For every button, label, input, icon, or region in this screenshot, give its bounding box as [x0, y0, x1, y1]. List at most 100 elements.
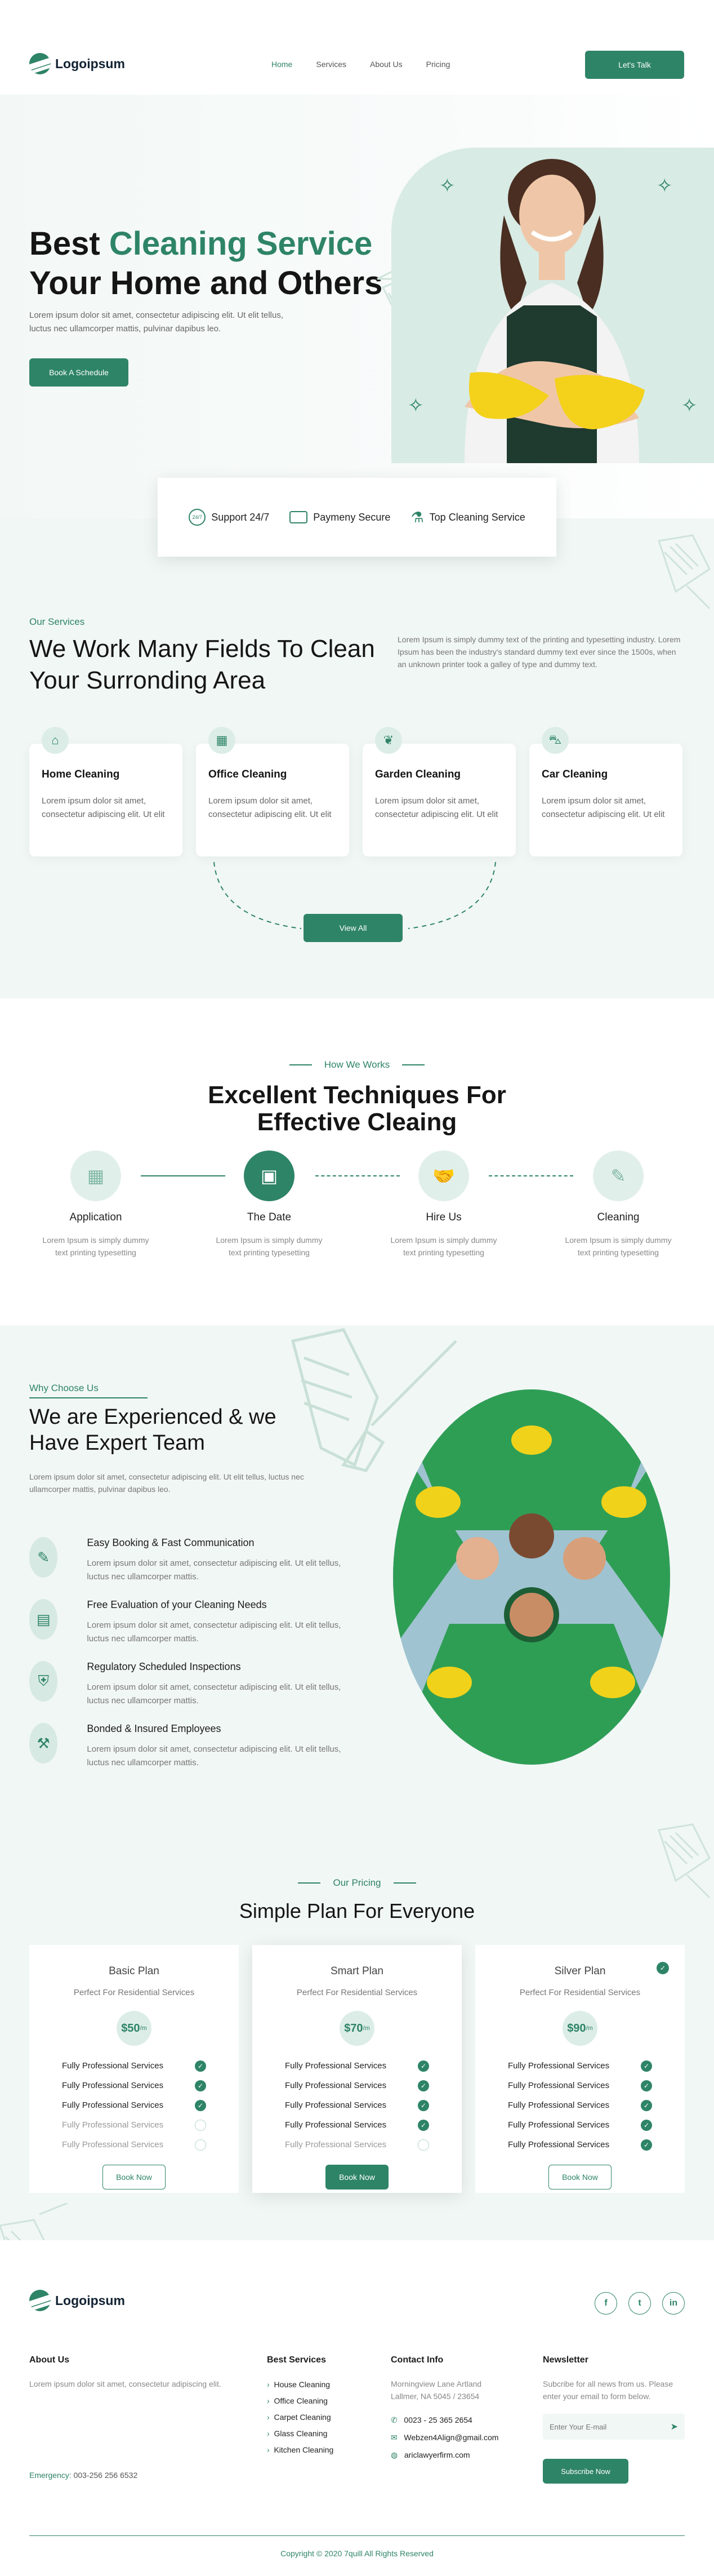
footer-service-link[interactable]: › Carpet Cleaning — [267, 2409, 333, 2426]
step-text: Lorem Ipsum is simply dummy text printin… — [565, 1236, 672, 1257]
feature-label: Fully Professional Services — [508, 2100, 610, 2110]
newsletter-form: ➤ — [543, 2414, 685, 2440]
footer-service-link[interactable]: › Glass Cleaning — [267, 2426, 333, 2442]
eyebrow-line-left — [289, 1064, 312, 1065]
service-card-car[interactable]: ⛍ Car Cleaning Lorem ipsum dolor sit ame… — [529, 727, 682, 856]
plan-feature: Fully Professional Services ✓ — [29, 2115, 239, 2135]
grid-icon: ▦ — [70, 1151, 121, 1201]
newsletter-email-input[interactable] — [550, 2422, 657, 2431]
footer-email[interactable]: ✉ Webzen4Align@gmail.com — [391, 2429, 498, 2446]
chevron-right-icon: › — [267, 2445, 270, 2454]
brand-logo[interactable]: Logoipsum — [29, 53, 125, 74]
why-eyebrow: Why Choose Us — [29, 1383, 99, 1393]
check-icon: ✓ — [418, 2099, 429, 2111]
price-unit: /m — [363, 2025, 370, 2032]
site-header: Logoipsum Home Services About Us Pricing… — [0, 34, 714, 95]
nav-about[interactable]: About Us — [370, 60, 403, 69]
service-card-home[interactable]: ⌂ Home Cleaning Lorem ipsum dolor sit am… — [29, 727, 182, 856]
card-title: Office Cleaning — [208, 769, 287, 780]
hero-text: Lorem ipsum dolor sit amet, consectetur … — [29, 310, 284, 334]
link-label: Carpet Cleaning — [274, 2413, 331, 2422]
check-icon: ✓ — [641, 2119, 652, 2131]
book-now-button[interactable]: Book Now — [548, 2165, 612, 2189]
newsletter-title: Newsletter — [543, 2355, 588, 2365]
footer-service-link[interactable]: › House Cleaning — [267, 2377, 333, 2393]
house-icon: ⌂ — [42, 727, 69, 754]
linkedin-icon[interactable]: in — [662, 2292, 685, 2315]
book-now-button[interactable]: Book Now — [325, 2165, 389, 2189]
subscribe-button[interactable]: Subscribe Now — [543, 2459, 628, 2484]
send-icon[interactable]: ➤ — [671, 2421, 678, 2432]
plan-subtitle: Perfect For Residential Services — [73, 1988, 195, 1997]
phone-icon: ✆ — [391, 2415, 398, 2424]
footer-service-link[interactable]: › Office Cleaning — [267, 2393, 333, 2409]
plan-feature: Fully Professional Services ✓ — [29, 2135, 239, 2155]
nav-services[interactable]: Services — [316, 60, 346, 69]
nav-home[interactable]: Home — [271, 60, 292, 69]
footer-service-link[interactable]: › Kitchen Cleaning — [267, 2442, 333, 2458]
check-icon: ✓ — [195, 2080, 206, 2091]
check-icon: ✓ — [195, 2099, 206, 2111]
check-icon: ✓ — [641, 2080, 652, 2091]
step-hire: 🤝 Hire Us Lorem Ipsum is simply dummy te… — [382, 1151, 506, 1259]
book-now-button[interactable]: Book Now — [102, 2165, 166, 2189]
plan-name: Silver Plan — [554, 1965, 606, 1977]
step-application: ▦ Application Lorem Ipsum is simply dumm… — [34, 1151, 158, 1259]
plan-subtitle: Perfect For Residential Services — [519, 1988, 641, 1997]
view-all-button[interactable]: View All — [304, 914, 403, 942]
plan-feature: Fully Professional Services ✓ — [29, 2095, 239, 2115]
footer-logo[interactable]: Logoipsum — [29, 2290, 125, 2311]
step-text: Lorem Ipsum is simply dummy text printin… — [390, 1236, 497, 1257]
why-item: ▤ Free Evaluation of your Cleaning Needs… — [29, 1599, 345, 1646]
plan-feature: Fully Professional Services ✓ — [29, 2076, 239, 2095]
why-item-text: Lorem ipsum dolor sit amet, consectetur … — [87, 1682, 341, 1706]
footer-website[interactable]: ◍ ariclawyerfirm.com — [391, 2446, 498, 2464]
plan-card-smart: Smart Plan Perfect For Residential Servi… — [252, 1945, 462, 2193]
plan-subtitle: Perfect For Residential Services — [296, 1988, 418, 1997]
facebook-icon[interactable]: f — [595, 2292, 617, 2315]
feature-label: Paymeny Secure — [313, 511, 391, 523]
why-item: ⚒ Bonded & Insured Employees Lorem ipsum … — [29, 1723, 345, 1770]
feature-label: Fully Professional Services — [285, 2081, 387, 2090]
globe-icon: ◍ — [391, 2450, 398, 2459]
plan-price: $70/m — [340, 2011, 374, 2046]
headset-icon: 24/7 — [189, 509, 206, 526]
logo-icon — [29, 53, 51, 74]
sparkle-icon: ✧ — [408, 395, 424, 416]
book-schedule-button[interactable]: Book A Schedule — [29, 358, 128, 387]
footer-emergency: Emergency: 003-256 256 6532 — [29, 2471, 137, 2480]
how-eyebrow-row: How We Works — [0, 1059, 714, 1071]
feature-label: Fully Professional Services — [62, 2061, 164, 2071]
twitter-icon[interactable]: t — [628, 2292, 651, 2315]
feature-support: 24/7 Support 24/7 — [189, 509, 269, 526]
plan-card-silver: ✓ Silver Plan Perfect For Residential Se… — [475, 1945, 685, 2193]
emergency-phone[interactable]: 003-256 256 6532 — [74, 2471, 138, 2480]
plan-feature: Fully Professional Services ✓ — [475, 2135, 685, 2155]
step-text: Lorem Ipsum is simply dummy text printin… — [42, 1236, 149, 1257]
footer-address: Morningview Lane Artland Lallmer, NA 504… — [391, 2379, 482, 2401]
link-label: Kitchen Cleaning — [274, 2445, 334, 2454]
card-title: Car Cleaning — [542, 769, 608, 780]
pricing-eyebrow: Our Pricing — [333, 1877, 381, 1888]
mail-icon: ✉ — [391, 2433, 398, 2442]
why-item: ✎ Easy Booking & Fast Communication Lorem… — [29, 1537, 345, 1584]
link-label: Glass Cleaning — [274, 2429, 328, 2438]
page: Logoipsum Home Services About Us Pricing… — [0, 0, 714, 2576]
service-card-office[interactable]: ▦ Office Cleaning Lorem ipsum dolor sit … — [196, 727, 349, 856]
lets-talk-button[interactable]: Let's Talk — [585, 51, 684, 79]
card-text: Lorem ipsum dolor sit amet, consectetur … — [542, 796, 665, 819]
brand-name: Logoipsum — [55, 56, 125, 71]
feature-top-cleaning: ⚗ Top Cleaning Service — [410, 509, 525, 526]
car-icon: ⛍ — [542, 727, 569, 754]
sparkle-icon: ✧ — [657, 175, 673, 197]
nav-pricing[interactable]: Pricing — [426, 60, 450, 69]
newsletter-text: Subcribe for all news from us. Please en… — [543, 2379, 673, 2401]
plan-card-basic: Basic Plan Perfect For Residential Servi… — [29, 1945, 239, 2193]
plan-price: $50/m — [117, 2011, 151, 2046]
service-card-garden[interactable]: ❦ Garden Cleaning Lorem ipsum dolor sit … — [363, 727, 516, 856]
unchecked-icon: ✓ — [418, 2139, 429, 2151]
link-label: Office Cleaning — [274, 2396, 328, 2405]
footer-phone[interactable]: ✆ 0023 - 25 365 2654 — [391, 2411, 498, 2429]
feature-label: Fully Professional Services — [508, 2140, 610, 2149]
clipboard-icon: ▤ — [29, 1599, 58, 1640]
